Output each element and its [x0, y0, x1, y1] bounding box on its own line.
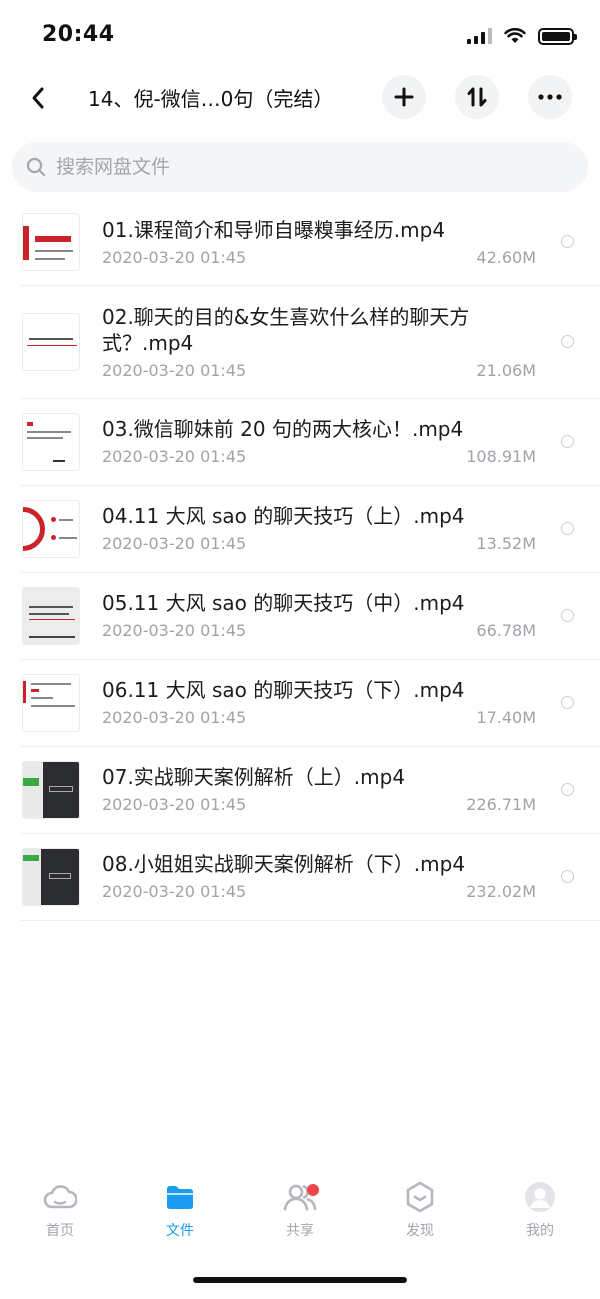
tab-label: 首页: [46, 1223, 74, 1239]
tab-discover[interactable]: 发现: [360, 1180, 480, 1250]
select-radio[interactable]: [561, 335, 574, 348]
select-radio[interactable]: [561, 870, 574, 883]
file-size: 21.06M: [476, 361, 536, 380]
status-icons: [467, 26, 577, 46]
file-date: 2020-03-20 01:45: [102, 795, 247, 814]
file-name: 08.小姐姐实战聊天案例解析（下）.mp4: [102, 852, 466, 876]
file-name: 07.实战聊天案例解析（上）.mp4: [102, 765, 406, 789]
file-size: 66.78M: [476, 621, 536, 640]
file-row[interactable]: 02.聊天的目的&女生喜欢什么样的聊天方式？.mp4 2020-03-20 01…: [20, 286, 600, 399]
file-size: 108.91M: [466, 447, 536, 466]
battery-icon: [538, 27, 577, 45]
notification-dot: [307, 1184, 319, 1196]
bottom-tab-bar: 首页 文件 共享 发现 我的: [0, 1180, 600, 1250]
select-radio[interactable]: [561, 696, 574, 709]
video-thumbnail: [22, 587, 80, 645]
chevron-left-icon: [32, 87, 44, 109]
file-list: 01.课程简介和导师自曝糗事经历.mp4 2020-03-20 01:45 42…: [0, 200, 600, 921]
signal-icon: [467, 28, 492, 44]
sort-button[interactable]: [455, 75, 499, 119]
avatar-icon: [523, 1180, 557, 1214]
more-button[interactable]: [528, 75, 572, 119]
video-thumbnail: [22, 761, 80, 819]
discover-icon: [403, 1180, 437, 1214]
video-thumbnail: [22, 500, 80, 558]
plus-icon: [394, 87, 414, 107]
back-button[interactable]: [20, 80, 56, 116]
file-date: 2020-03-20 01:45: [102, 882, 247, 901]
video-thumbnail: [22, 674, 80, 732]
file-row[interactable]: 06.11 大风 sao 的聊天技巧（下）.mp4 2020-03-20 01:…: [20, 660, 600, 747]
wifi-icon: [504, 28, 526, 43]
file-date: 2020-03-20 01:45: [102, 534, 247, 553]
tab-me[interactable]: 我的: [480, 1180, 600, 1250]
file-date: 2020-03-20 01:45: [102, 621, 247, 640]
video-thumbnail: [22, 413, 80, 471]
file-size: 232.02M: [466, 882, 536, 901]
status-bar: 20:44: [0, 0, 600, 70]
search-icon: [26, 157, 46, 177]
file-row[interactable]: 04.11 大风 sao 的聊天技巧（上）.mp4 2020-03-20 01:…: [20, 486, 600, 573]
file-row[interactable]: 03.微信聊妹前 20 句的两大核心！.mp4 2020-03-20 01:45…: [20, 399, 600, 486]
select-radio[interactable]: [561, 235, 574, 248]
file-name: 04.11 大风 sao 的聊天技巧（上）.mp4: [102, 504, 465, 528]
select-radio[interactable]: [561, 435, 574, 448]
select-radio[interactable]: [561, 522, 574, 535]
cloud-icon: [43, 1180, 77, 1214]
status-time: 20:44: [42, 22, 115, 47]
file-row[interactable]: 07.实战聊天案例解析（上）.mp4 2020-03-20 01:45 226.…: [20, 747, 600, 834]
sort-arrows-icon: [467, 87, 487, 107]
more-dots-icon: [538, 94, 562, 100]
file-date: 2020-03-20 01:45: [102, 361, 247, 380]
file-row[interactable]: 01.课程简介和导师自曝糗事经历.mp4 2020-03-20 01:45 42…: [20, 200, 600, 286]
search-bar[interactable]: [12, 142, 588, 192]
tab-label: 发现: [406, 1223, 434, 1239]
file-name: 05.11 大风 sao 的聊天技巧（中）.mp4: [102, 591, 465, 615]
select-radio[interactable]: [561, 609, 574, 622]
file-name: 06.11 大风 sao 的聊天技巧（下）.mp4: [102, 678, 465, 702]
nav-header: 14、倪-微信…0句（完结）: [0, 70, 600, 126]
file-size: 13.52M: [476, 534, 536, 553]
file-row[interactable]: 05.11 大风 sao 的聊天技巧（中）.mp4 2020-03-20 01:…: [20, 573, 600, 660]
search-input[interactable]: [56, 156, 536, 178]
tab-files[interactable]: 文件: [120, 1180, 240, 1250]
video-thumbnail: [22, 848, 80, 906]
tab-home[interactable]: 首页: [0, 1180, 120, 1250]
file-date: 2020-03-20 01:45: [102, 447, 247, 466]
page-title: 14、倪-微信…0句（完结）: [88, 87, 334, 111]
file-name: 03.微信聊妹前 20 句的两大核心！.mp4: [102, 417, 464, 441]
tab-label: 我的: [526, 1223, 554, 1239]
tab-label: 文件: [166, 1223, 194, 1239]
folder-icon: [163, 1180, 197, 1214]
file-size: 17.40M: [476, 708, 536, 727]
file-size: 226.71M: [466, 795, 536, 814]
add-button[interactable]: [382, 75, 426, 119]
video-thumbnail: [22, 313, 80, 371]
home-indicator: [193, 1277, 407, 1283]
file-size: 42.60M: [476, 248, 536, 267]
select-radio[interactable]: [561, 783, 574, 796]
file-name: 02.聊天的目的&女生喜欢什么样的聊天方式？.mp4: [102, 305, 470, 355]
file-date: 2020-03-20 01:45: [102, 708, 247, 727]
tab-share[interactable]: 共享: [240, 1180, 360, 1250]
tab-label: 共享: [286, 1223, 314, 1239]
file-name: 01.课程简介和导师自曝糗事经历.mp4: [102, 218, 446, 242]
file-date: 2020-03-20 01:45: [102, 248, 247, 267]
video-thumbnail: [22, 213, 80, 271]
file-row[interactable]: 08.小姐姐实战聊天案例解析（下）.mp4 2020-03-20 01:45 2…: [20, 834, 600, 921]
